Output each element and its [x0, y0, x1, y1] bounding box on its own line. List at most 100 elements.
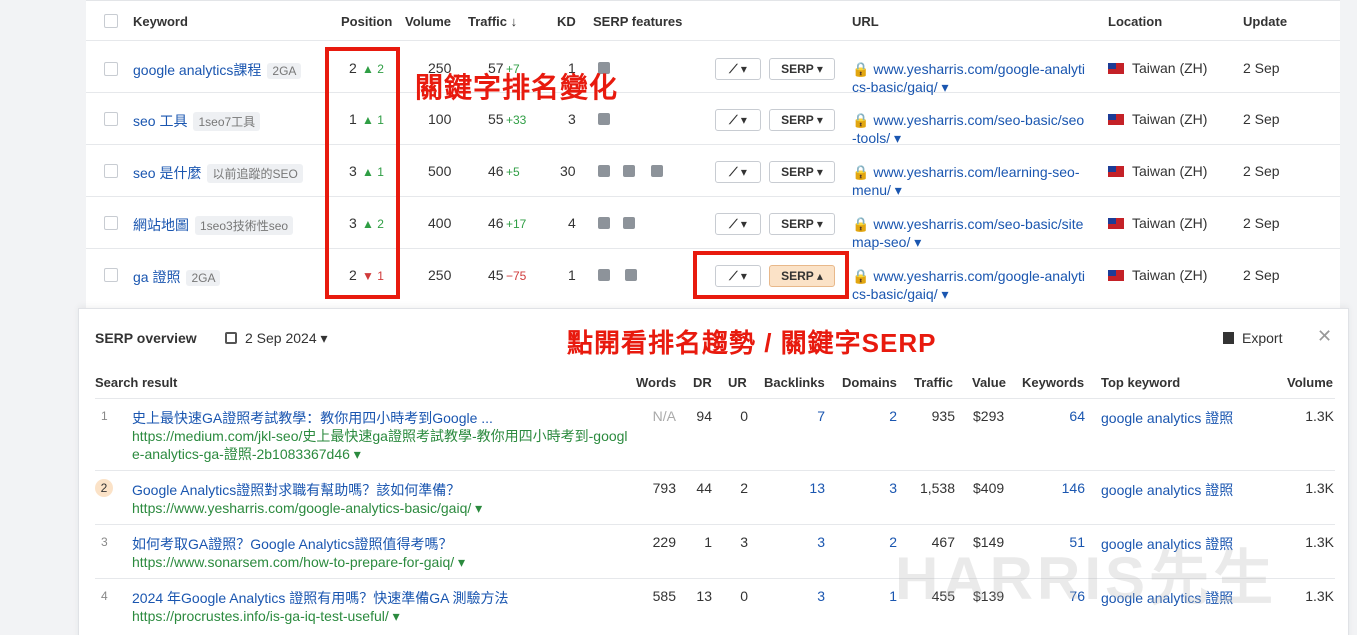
words-value: 793 — [652, 480, 676, 496]
col-value[interactable]: Value — [972, 375, 1006, 390]
export-button[interactable]: Export — [1223, 330, 1282, 346]
result-url[interactable]: https://procrustes.info/is-ga-iq-test-us… — [132, 607, 400, 625]
result-url[interactable]: https://www.sonarsem.com/how-to-prepare-… — [132, 553, 465, 571]
col-volume[interactable]: Volume — [405, 14, 451, 29]
faq-feature-icon — [598, 269, 610, 281]
serp-button[interactable]: SERP ▾ — [769, 58, 835, 80]
top-keyword-link[interactable]: google analytics 證照 — [1101, 408, 1233, 428]
col-keywords[interactable]: Keywords — [1022, 375, 1084, 390]
chart-dropdown-button[interactable]: ⟋ ▾ — [715, 109, 761, 131]
rank-number: 4 — [101, 589, 108, 603]
harris-watermark: HARRIS先生 — [895, 545, 1278, 612]
row-checkbox[interactable] — [104, 112, 118, 126]
row-checkbox[interactable] — [104, 62, 118, 76]
words-value: 585 — [652, 588, 676, 604]
words-value: N/A — [652, 408, 676, 424]
keyword-tag: 1seo7工具 — [193, 112, 261, 131]
result-title-link[interactable]: 史上最快速GA證照考試教學：教你用四小時考到Google ... — [132, 408, 493, 428]
close-icon[interactable]: ✕ — [1317, 326, 1332, 347]
url-link[interactable]: 🔒 www.yesharris.com/google-analyti cs-bas… — [852, 60, 1092, 96]
keywords-link[interactable]: 146 — [1045, 480, 1085, 496]
backlinks-link[interactable]: 3 — [785, 534, 825, 550]
ur-value: 3 — [740, 534, 748, 550]
domains-link[interactable]: 2 — [857, 534, 897, 550]
col-kd[interactable]: KD — [557, 14, 576, 29]
serp-button[interactable]: SERP ▾ — [769, 161, 835, 183]
rank-number: 3 — [101, 535, 108, 549]
volume-value: 400 — [428, 215, 452, 231]
volume-value: 250 — [428, 267, 452, 283]
keyword-link[interactable]: seo 工具 — [133, 113, 187, 129]
serp-button[interactable]: SERP ▾ — [769, 109, 835, 131]
keyword-link[interactable]: ga 證照 — [133, 269, 180, 285]
calendar-icon — [225, 332, 237, 344]
top-keyword-link[interactable]: google analytics 證照 — [1101, 480, 1233, 500]
row-checkbox[interactable] — [104, 164, 118, 178]
domains-link[interactable]: 2 — [857, 408, 897, 424]
keyword-link[interactable]: seo 是什麼 — [133, 165, 201, 181]
table-row: google analytics課程 2GA 2 ▲ 2 250 57 +7 1 … — [86, 41, 1340, 96]
dr-value: 1 — [704, 534, 712, 550]
keywords-link[interactable]: 64 — [1045, 408, 1085, 424]
serp-result-row: 1 史上最快速GA證照考試教學：教你用四小時考到Google ... https… — [95, 399, 1335, 471]
chart-dropdown-button[interactable]: ⟋ ▾ — [715, 213, 761, 235]
select-all-checkbox[interactable] — [104, 14, 118, 28]
value-amount: $409 — [973, 480, 1005, 496]
col-top-keyword[interactable]: Top keyword — [1101, 375, 1180, 390]
video-feature-icon — [651, 165, 663, 177]
table-header: Keyword Position Volume Traffic ↓ KD SER… — [86, 1, 1340, 41]
col-update[interactable]: Update — [1243, 14, 1287, 29]
keyword-tag: 2GA — [267, 63, 302, 79]
taiwan-flag-icon — [1108, 114, 1124, 125]
serp-open-annotation: 點開看排名趨勢 / 關鍵字SERP — [567, 328, 937, 358]
serp-button[interactable]: SERP ▾ — [769, 213, 835, 235]
faq-feature-icon — [598, 217, 610, 229]
result-title-link[interactable]: Google Analytics證照對求職有幫助嗎？該如何準備？ — [132, 480, 460, 500]
row-checkbox[interactable] — [104, 268, 118, 282]
traffic-value: 46 — [488, 163, 504, 179]
ur-value: 0 — [740, 588, 748, 604]
col-backlinks[interactable]: Backlinks — [764, 375, 825, 390]
col-keyword[interactable]: Keyword — [133, 14, 188, 29]
col-dr[interactable]: DR — [693, 375, 712, 390]
update-date: 2 Sep — [1243, 163, 1280, 179]
update-date: 2 Sep — [1243, 111, 1280, 127]
col-serp-features[interactable]: SERP features — [593, 14, 682, 29]
keyword-link[interactable]: google analytics課程 — [133, 62, 261, 78]
domains-link[interactable]: 1 — [857, 588, 897, 604]
backlinks-link[interactable]: 7 — [785, 408, 825, 424]
result-url[interactable]: https://medium.com/jkl-seo/史上最快速ga證照考試教學… — [132, 427, 632, 463]
traffic-value: 55 — [488, 111, 504, 127]
url-link[interactable]: 🔒 www.yesharris.com/seo-basic/seo -tools/… — [852, 111, 1092, 147]
location-cell: Taiwan (ZH) — [1108, 163, 1207, 179]
volume-value: 500 — [428, 163, 452, 179]
col-url[interactable]: URL — [852, 14, 879, 29]
col-traffic[interactable]: Traffic — [914, 375, 953, 390]
col-volume[interactable]: Volume — [1287, 375, 1333, 390]
result-title-link[interactable]: 2024 年Google Analytics 證照有用嗎？快速準備GA 測驗方法 — [132, 588, 509, 608]
col-words[interactable]: Words — [636, 375, 676, 390]
traffic-value: 45 — [488, 267, 504, 283]
col-ur[interactable]: UR — [728, 375, 747, 390]
backlinks-link[interactable]: 13 — [785, 480, 825, 496]
result-title-link[interactable]: 如何考取GA證照？Google Analytics證照值得考嗎？ — [132, 534, 453, 554]
volume-value: 1.3K — [1305, 408, 1334, 424]
domains-link[interactable]: 3 — [857, 480, 897, 496]
result-url[interactable]: https://www.yesharris.com/google-analyti… — [132, 499, 482, 517]
keyword-tag: 2GA — [186, 270, 221, 286]
url-link[interactable]: 🔒 www.yesharris.com/learning-seo-menu/ ▾ — [852, 163, 1092, 199]
faq-feature-icon — [598, 165, 610, 177]
col-domains[interactable]: Domains — [842, 375, 897, 390]
chart-dropdown-button[interactable]: ⟋ ▾ — [715, 58, 761, 80]
keyword-link[interactable]: 網站地圖 — [133, 217, 189, 233]
chart-dropdown-button[interactable]: ⟋ ▾ — [715, 161, 761, 183]
col-position[interactable]: Position — [341, 14, 392, 29]
url-link[interactable]: 🔒 www.yesharris.com/google-analyti cs-bas… — [852, 267, 1092, 303]
col-location[interactable]: Location — [1108, 14, 1162, 29]
backlinks-link[interactable]: 3 — [785, 588, 825, 604]
row-checkbox[interactable] — [104, 216, 118, 230]
url-link[interactable]: 🔒 www.yesharris.com/seo-basic/site map-se… — [852, 215, 1092, 251]
video-feature-icon — [625, 269, 637, 281]
col-traffic[interactable]: Traffic ↓ — [468, 14, 517, 29]
date-picker[interactable]: 2 Sep 2024 ▾ — [225, 330, 328, 347]
